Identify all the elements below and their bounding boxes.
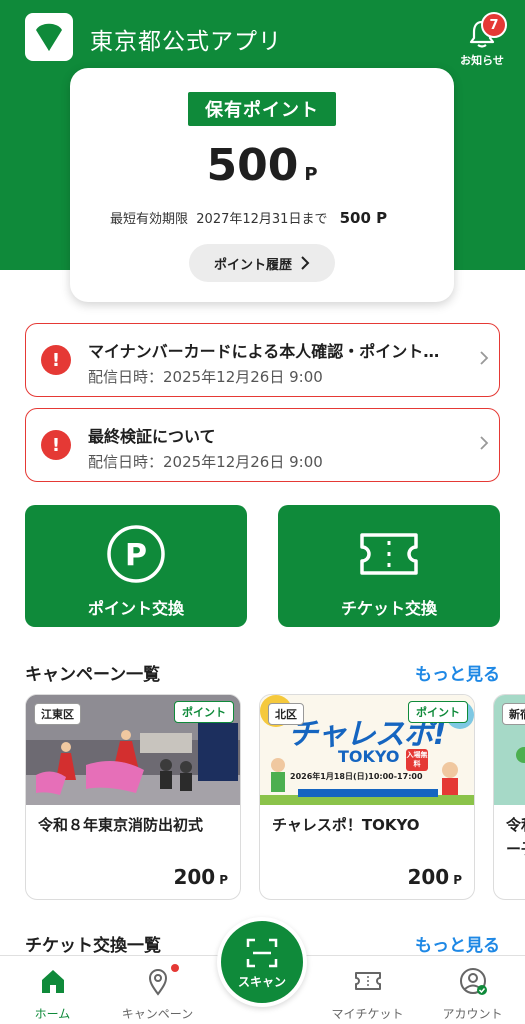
points-card: 保有ポイント 500 P 最短有効期限 2027年12月31日まで 500 P ポ… bbox=[70, 68, 454, 302]
map-pin-icon bbox=[148, 969, 168, 996]
point-exchange-label: ポイント交換 bbox=[87, 599, 184, 618]
point-history-label: ポイント履歴 bbox=[213, 257, 292, 273]
account-icon bbox=[460, 968, 487, 995]
expiry-points: 500 P bbox=[339, 209, 388, 227]
ticket-exchange-button[interactable]: チケット交換 bbox=[278, 505, 500, 627]
ticket-icon bbox=[360, 533, 418, 575]
app-title: 東京都公式アプリ bbox=[90, 29, 282, 55]
tab-account[interactable]: アカウント bbox=[420, 956, 525, 1024]
notice-title: 最終検証について bbox=[88, 427, 216, 446]
campaign-name-line-2: ー子 bbox=[506, 840, 525, 858]
banner-date: 2026年1月18日(日)10:00-17:00 bbox=[290, 772, 423, 781]
tab-home-label: ホーム bbox=[34, 1007, 71, 1021]
points-balance: 500 P bbox=[70, 140, 454, 191]
tab-my-ticket[interactable]: マイチケット bbox=[315, 956, 420, 1024]
campaign-card[interactable]: 新宿 令和 ー子 bbox=[493, 694, 525, 900]
campaign-points: 200 P bbox=[173, 865, 228, 889]
point-history-button[interactable]: ポイント履歴 bbox=[189, 244, 335, 282]
svg-text:P: P bbox=[125, 538, 147, 573]
campaign-carousel[interactable]: 江東区 ポイント 令和８年東京消防出初式 200 P チャレスポ! TOKYO 入… bbox=[25, 694, 525, 900]
campaign-points: 200 P bbox=[407, 865, 462, 889]
ward-badge: 北区 bbox=[268, 703, 304, 725]
points-tag: 保有ポイント bbox=[188, 92, 336, 126]
tab-campaign-label: キャンペーン bbox=[121, 1007, 194, 1021]
alert-icon: ! bbox=[41, 430, 71, 460]
points-expiry: 最短有効期限 2027年12月31日まで 500 P bbox=[110, 208, 387, 227]
tab-campaign[interactable]: キャンペーン bbox=[105, 956, 210, 1024]
points-value: 500 bbox=[206, 140, 299, 191]
alert-icon: ! bbox=[41, 345, 71, 375]
campaign-points-value: 200 bbox=[173, 865, 216, 889]
campaign-more-link[interactable]: もっと見る bbox=[415, 660, 500, 685]
notice-item[interactable]: ! マイナンバーカードによる本人確認・ポイント… 配信日時：2025年12月26… bbox=[25, 323, 500, 397]
point-coin-icon: P bbox=[107, 525, 165, 583]
campaign-name: チャレスポ！TOKYO bbox=[272, 816, 420, 834]
campaign-points-unit: P bbox=[219, 873, 228, 887]
home-icon bbox=[42, 970, 64, 993]
banner-badge: 入場無料 bbox=[406, 749, 428, 771]
ward-badge: 江東区 bbox=[34, 703, 81, 725]
notice-item[interactable]: ! 最終検証について 配信日時：2025年12月26日 9:00 bbox=[25, 408, 500, 482]
notifications-button[interactable]: 7 お知らせ bbox=[452, 12, 512, 72]
chevron-right-icon bbox=[301, 256, 310, 270]
notice-date: 配信日時：2025年12月26日 9:00 bbox=[88, 368, 323, 386]
campaign-card[interactable]: 江東区 ポイント 令和８年東京消防出初式 200 P bbox=[25, 694, 241, 900]
campaign-name: 令和 bbox=[506, 816, 525, 834]
scan-icon bbox=[246, 938, 278, 968]
ticket-exchange-label: チケット交換 bbox=[340, 599, 437, 618]
notification-count-badge: 7 bbox=[481, 12, 507, 38]
chevron-right-icon bbox=[479, 350, 489, 371]
expiry-label: 最短有効期限 bbox=[110, 212, 189, 227]
notice-title: マイナンバーカードによる本人確認・ポイント… bbox=[88, 342, 440, 361]
tab-home[interactable]: ホーム bbox=[0, 956, 105, 1024]
point-tag: ポイント bbox=[174, 701, 234, 723]
notice-date: 配信日時：2025年12月26日 9:00 bbox=[88, 453, 323, 471]
ticket-more-link[interactable]: もっと見る bbox=[415, 931, 500, 956]
points-unit: P bbox=[304, 164, 318, 185]
campaign-card[interactable]: チャレスポ! TOKYO 入場無料 2026年1月18日(日)10:00-17:… bbox=[259, 694, 475, 900]
scan-button[interactable]: スキャン bbox=[217, 917, 307, 1007]
notifications-label: お知らせ bbox=[460, 54, 504, 67]
campaign-name: 令和８年東京消防出初式 bbox=[38, 816, 204, 834]
campaign-section-title: キャンペーン一覧 bbox=[25, 665, 161, 685]
chevron-right-icon bbox=[479, 435, 489, 456]
point-tag: ポイント bbox=[408, 701, 468, 723]
point-exchange-button[interactable]: P ポイント交換 bbox=[25, 505, 247, 627]
tab-account-label: アカウント bbox=[442, 1007, 503, 1021]
campaign-points-unit: P bbox=[453, 873, 462, 887]
tab-my-ticket-label: マイチケット bbox=[331, 1007, 404, 1021]
banner-subtitle: TOKYO bbox=[338, 747, 400, 766]
expiry-date: 2027年12月31日まで bbox=[196, 212, 328, 227]
scan-label: スキャン bbox=[237, 975, 286, 989]
ticket-section-title: チケット交換一覧 bbox=[25, 936, 161, 956]
tokyo-logo-icon bbox=[25, 13, 73, 61]
ticket-icon bbox=[355, 972, 381, 990]
campaign-points-value: 200 bbox=[407, 865, 450, 889]
ward-badge: 新宿 bbox=[502, 703, 525, 725]
new-indicator-dot bbox=[171, 964, 179, 972]
